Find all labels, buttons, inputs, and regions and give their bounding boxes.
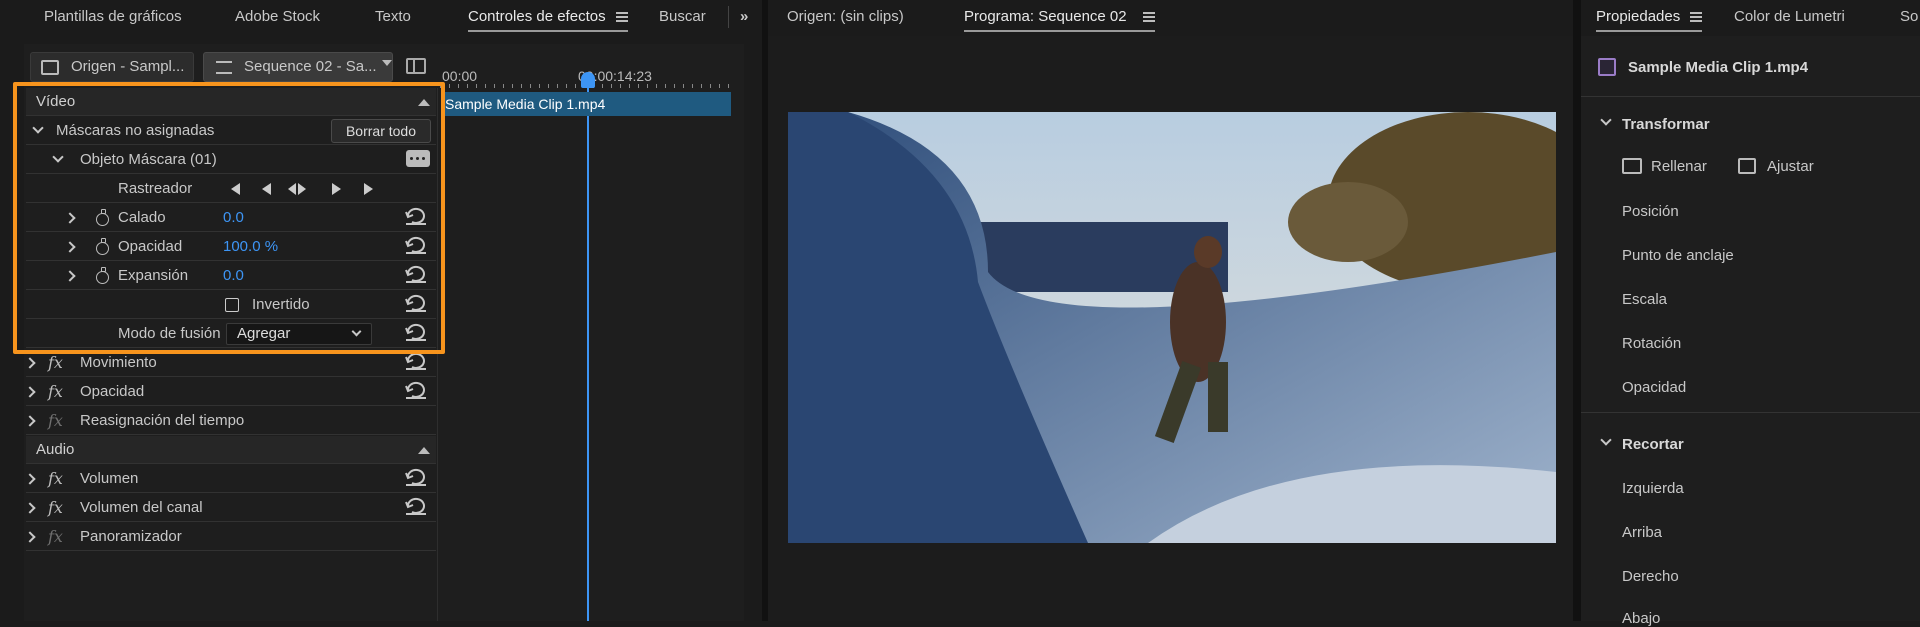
effect-row-volume: fx Volumen: [24, 465, 436, 493]
chevron-right-icon[interactable]: [24, 386, 36, 398]
time-remap-label: Reasignación del tiempo: [80, 412, 245, 429]
program-video-frame[interactable]: [788, 112, 1556, 543]
chevron-right-icon[interactable]: [24, 473, 36, 485]
skate-scene-image: [788, 112, 1556, 543]
panel-divider-right: [1573, 0, 1581, 621]
opacity-label: Opacidad: [80, 383, 145, 400]
timecode-start: 00:00: [442, 68, 478, 84]
chevron-right-icon[interactable]: [24, 502, 36, 514]
property-opacity[interactable]: Opacidad: [1622, 379, 1686, 396]
fx-icon: fx: [48, 411, 63, 430]
chevron-right-icon[interactable]: [24, 531, 36, 543]
film-icon: [41, 60, 59, 75]
volume-label: Volumen: [80, 470, 139, 487]
overflow-chevrons-icon[interactable]: »: [740, 8, 748, 25]
property-crop-top[interactable]: Arriba: [1622, 524, 1662, 541]
tab-overflow-so[interactable]: So: [1900, 8, 1918, 25]
property-rotation[interactable]: Rotación: [1622, 335, 1681, 352]
sequence-tab-label: Sequence 02 - Sa...: [244, 58, 377, 75]
reset-icon[interactable]: [405, 468, 426, 486]
transform-header[interactable]: Transformar: [1622, 116, 1710, 133]
fill-button[interactable]: Rellenar: [1651, 158, 1707, 175]
fx-icon[interactable]: fx: [48, 378, 63, 406]
tab-graphics-templates[interactable]: Plantillas de gráficos: [44, 8, 182, 25]
panel-menu-icon[interactable]: [615, 12, 628, 23]
properties-clip-name: Sample Media Clip 1.mp4: [1628, 59, 1809, 76]
reset-icon[interactable]: [405, 352, 426, 370]
channel-volume-label: Volumen del canal: [80, 499, 203, 516]
timeline-clip-bar[interactable]: Sample Media Clip 1.mp4: [441, 92, 731, 116]
program-menu-icon[interactable]: [1142, 12, 1155, 23]
effect-row-opacity: fx Opacidad: [24, 378, 436, 406]
fit-button[interactable]: Ajustar: [1767, 158, 1814, 175]
fx-icon[interactable]: fx: [48, 465, 63, 493]
tab-lumetri-color[interactable]: Color de Lumetri: [1734, 8, 1845, 25]
property-position[interactable]: Posición: [1622, 203, 1679, 220]
playhead-line: [587, 86, 589, 621]
effect-row-time-remap: fx Reasignación del tiempo: [24, 407, 436, 435]
tab-search[interactable]: Buscar: [659, 8, 706, 25]
tab-program-monitor[interactable]: Programa: Sequence 02: [964, 8, 1155, 32]
reset-icon[interactable]: [405, 381, 426, 399]
fx-icon[interactable]: fx: [48, 494, 63, 522]
highlight-box: [13, 82, 445, 354]
properties-menu-icon[interactable]: [1690, 12, 1703, 23]
chevron-right-icon[interactable]: [24, 415, 36, 427]
panner-label: Panoramizador: [80, 528, 182, 545]
property-anchor-point[interactable]: Punto de anclaje: [1622, 247, 1734, 264]
tab-text[interactable]: Texto: [375, 8, 411, 25]
property-crop-left[interactable]: Izquierda: [1622, 480, 1684, 497]
toggle-timeline-icon[interactable]: [406, 58, 426, 74]
sequence-icon: [216, 61, 232, 74]
property-scale[interactable]: Escala: [1622, 291, 1667, 308]
source-clip-tab[interactable]: Origen - Sampl...: [30, 52, 194, 82]
tab-properties[interactable]: Propiedades: [1596, 8, 1703, 32]
effect-row-channel-volume: fx Volumen del canal: [24, 494, 436, 522]
crop-header[interactable]: Recortar: [1622, 436, 1684, 453]
tab-effect-controls-label: Controles de efectos: [468, 8, 606, 25]
fx-icon: fx: [48, 527, 63, 546]
source-tab-label: Origen - Sampl...: [71, 58, 185, 75]
properties-divider: [1581, 96, 1920, 97]
sequence-clip-tab[interactable]: Sequence 02 - Sa...: [203, 52, 393, 82]
tab-adobe-stock[interactable]: Adobe Stock: [235, 8, 320, 25]
tab-source-monitor[interactable]: Origen: (sin clips): [787, 8, 904, 25]
panel-overflow-divider: [728, 6, 729, 28]
property-crop-bottom[interactable]: Abajo: [1622, 610, 1660, 627]
clip-bar-label: Sample Media Clip 1.mp4: [445, 96, 606, 112]
tab-dropdown-icon[interactable]: [382, 60, 392, 66]
properties-divider: [1581, 412, 1920, 413]
chevron-right-icon[interactable]: [24, 357, 36, 369]
tab-program-label: Programa: Sequence 02: [964, 8, 1127, 25]
reset-icon[interactable]: [405, 497, 426, 515]
audio-header: Audio: [36, 441, 75, 458]
fill-icon: [1622, 158, 1642, 174]
effect-row-panner: fx Panoramizador: [24, 523, 436, 551]
fit-icon: [1738, 158, 1756, 174]
property-crop-right[interactable]: Derecho: [1622, 568, 1679, 585]
clip-icon: [1598, 58, 1616, 76]
tab-properties-label: Propiedades: [1596, 8, 1681, 25]
tab-effect-controls[interactable]: Controles de efectos: [468, 8, 628, 32]
audio-header-row: Audio: [26, 436, 436, 464]
